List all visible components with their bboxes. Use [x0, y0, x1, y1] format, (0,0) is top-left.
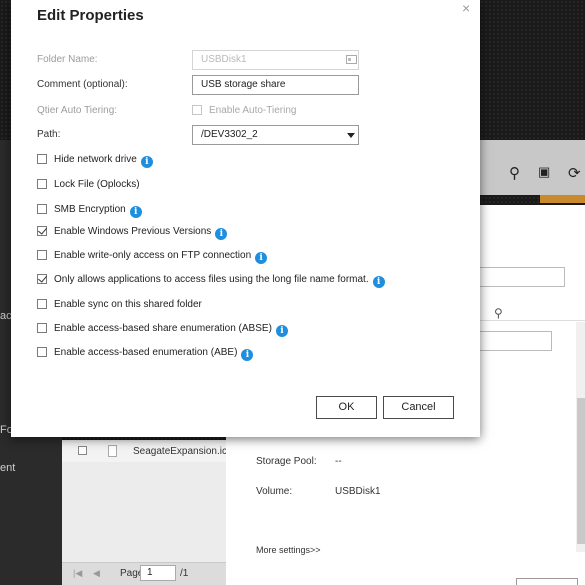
option-checkbox[interactable] — [37, 226, 47, 236]
option-text: Only allows applications to access files… — [54, 274, 369, 285]
option-text: Enable access-based enumeration (ABE) — [54, 347, 238, 358]
more-settings-link[interactable]: More settings>> — [256, 545, 321, 555]
dialog-title: Edit Properties — [37, 7, 144, 24]
path-select[interactable]: /DEV3302_2 — [192, 125, 359, 145]
key-icon: ⚲ — [494, 306, 503, 320]
monitor-icon[interactable]: ▣ — [538, 164, 550, 180]
option-label[interactable]: Enable Windows Previous Versions i — [54, 224, 228, 240]
info-icon[interactable]: i — [241, 349, 254, 361]
volume-label: Volume: — [256, 486, 293, 497]
option-label[interactable]: Enable access-based enumeration (ABE) i — [54, 345, 254, 361]
folder-name-field: USBDisk1 — [192, 50, 359, 70]
path-value: /DEV3302_2 — [201, 129, 258, 140]
ok-button[interactable]: OK — [316, 396, 377, 419]
list-item-checkbox[interactable] — [78, 446, 87, 455]
info-icon[interactable]: i — [140, 156, 153, 168]
refresh-icon[interactable]: ⟳ — [568, 164, 581, 182]
file-icon — [108, 445, 117, 457]
info-icon[interactable]: i — [215, 228, 228, 240]
option-text: Hide network drive — [54, 154, 137, 165]
page-input[interactable]: 1 — [140, 565, 176, 581]
option-checkbox[interactable] — [37, 179, 47, 189]
option-checkbox[interactable] — [37, 347, 47, 357]
folder-name-value: USBDisk1 — [201, 54, 247, 65]
storage-pool-value: -- — [335, 456, 342, 467]
close-icon[interactable]: × — [462, 0, 470, 16]
auto-tiering-checkbox — [192, 105, 202, 115]
first-page-icon[interactable]: |◀ — [73, 568, 82, 579]
comment-label: Comment (optional): — [37, 79, 128, 90]
storage-pool-label: Storage Pool: — [256, 456, 317, 467]
option-text: Lock File (Oplocks) — [54, 179, 140, 190]
option-label[interactable]: Enable write-only access on FTP connecti… — [54, 248, 268, 264]
option-label[interactable]: Only allows applications to access files… — [54, 272, 385, 288]
option-text: Enable Windows Previous Versions — [54, 226, 212, 237]
path-label: Path: — [37, 129, 61, 140]
list-item-name[interactable]: SeagateExpansion.ico — [133, 446, 233, 457]
option-text: Enable sync on this shared folder — [54, 299, 202, 310]
option-text: SMB Encryption — [54, 204, 126, 215]
auto-tiering-label: Enable Auto-Tiering — [209, 105, 297, 116]
panel-scrollbar-thumb[interactable] — [577, 398, 585, 544]
qtier-label: Qtier Auto Tiering: — [37, 105, 118, 116]
option-text: Enable write-only access on FTP connecti… — [54, 250, 252, 261]
prev-page-icon[interactable]: ◀ — [93, 568, 100, 579]
comment-field[interactable]: USB storage share — [192, 75, 359, 95]
info-icon[interactable]: i — [275, 325, 288, 337]
option-label[interactable]: Enable access-based share enumeration (A… — [54, 321, 288, 337]
option-checkbox[interactable] — [37, 250, 47, 260]
comment-value: USB storage share — [201, 79, 286, 90]
option-checkbox[interactable] — [37, 274, 47, 284]
option-label[interactable]: Lock File (Oplocks) — [54, 177, 140, 192]
folder-name-label: Folder Name: — [37, 54, 98, 65]
sidebar-fragment[interactable]: ent — [0, 462, 15, 474]
sidebar-fragment[interactable]: ac — [0, 310, 12, 322]
info-icon[interactable]: i — [129, 206, 142, 218]
option-checkbox[interactable] — [37, 323, 47, 333]
info-icon[interactable]: i — [255, 252, 268, 264]
option-checkbox[interactable] — [37, 204, 47, 214]
app-accent-strip — [540, 195, 585, 203]
option-text: Enable access-based share enumeration (A… — [54, 323, 272, 334]
page-total: /1 — [180, 568, 189, 579]
option-checkbox[interactable] — [37, 299, 47, 309]
edit-properties-dialog: Edit Properties × Folder Name: USBDisk1 … — [11, 0, 480, 437]
panel-button[interactable] — [516, 578, 578, 585]
option-checkbox[interactable] — [37, 154, 47, 164]
option-label[interactable]: SMB Encryption i — [54, 202, 142, 218]
cancel-button[interactable]: Cancel — [383, 396, 454, 419]
search-icon[interactable]: ⚲ — [509, 164, 520, 182]
id-card-icon — [346, 55, 357, 64]
option-label[interactable]: Hide network drive i — [54, 152, 153, 168]
chevron-down-icon[interactable] — [347, 133, 355, 138]
option-label[interactable]: Enable sync on this shared folder — [54, 297, 202, 312]
info-icon[interactable]: i — [372, 276, 385, 288]
volume-value: USBDisk1 — [335, 486, 381, 497]
